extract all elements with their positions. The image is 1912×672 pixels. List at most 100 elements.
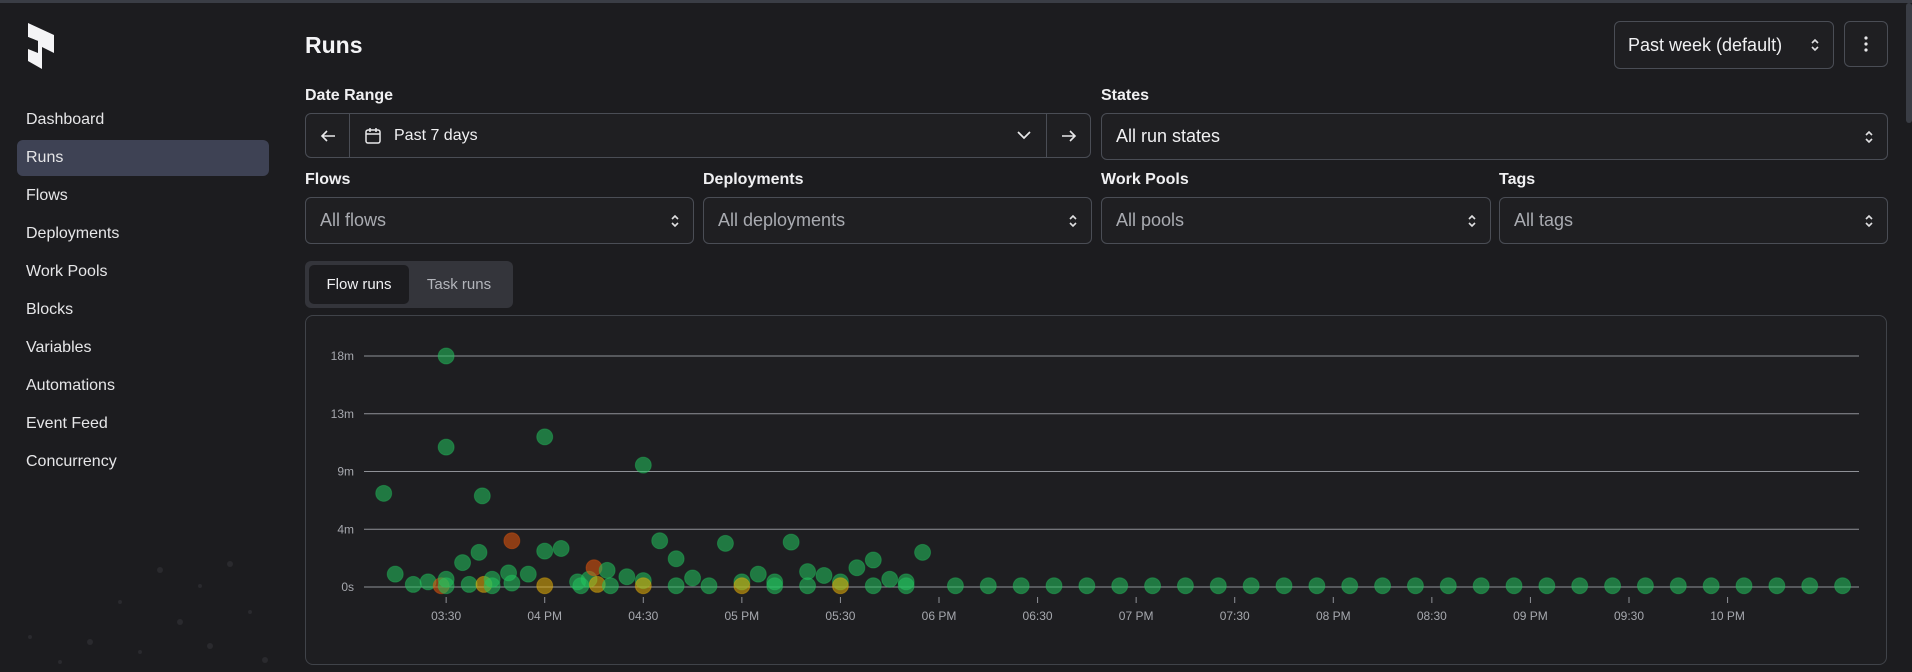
- run-point-completed[interactable]: [437, 438, 455, 456]
- run-point-completed[interactable]: [1111, 577, 1129, 595]
- run-point-completed[interactable]: [1735, 577, 1753, 595]
- run-point-completed[interactable]: [519, 565, 537, 583]
- tab-task-runs[interactable]: Task runs: [409, 265, 509, 304]
- run-point-completed[interactable]: [1702, 577, 1720, 595]
- run-point-completed[interactable]: [375, 484, 393, 502]
- run-point-completed[interactable]: [1571, 577, 1589, 595]
- run-point-completed[interactable]: [1834, 577, 1852, 595]
- y-tick-label: 4m: [337, 522, 354, 536]
- run-point-completed[interactable]: [1308, 577, 1326, 595]
- run-point-completed[interactable]: [848, 559, 866, 577]
- sidebar-item-work-pools[interactable]: Work Pools: [17, 254, 269, 290]
- run-point-completed[interactable]: [1768, 577, 1786, 595]
- prefect-logo-icon[interactable]: [26, 23, 56, 69]
- run-point-completed[interactable]: [437, 577, 455, 595]
- run-point-completed[interactable]: [1275, 577, 1293, 595]
- run-point-completed[interactable]: [700, 577, 718, 595]
- run-point-completed[interactable]: [1144, 577, 1162, 595]
- run-point-completed[interactable]: [766, 577, 784, 595]
- deployments-select[interactable]: All deployments: [703, 197, 1092, 244]
- tags-select[interactable]: All tags: [1499, 197, 1888, 244]
- run-point-pending[interactable]: [634, 577, 652, 595]
- run-point-completed[interactable]: [799, 563, 817, 581]
- sidebar-item-dashboard[interactable]: Dashboard: [17, 102, 269, 138]
- run-point-completed[interactable]: [437, 347, 455, 365]
- run-point-completed[interactable]: [536, 428, 554, 446]
- run-point-completed[interactable]: [601, 577, 619, 595]
- run-point-completed[interactable]: [946, 577, 964, 595]
- date-range-select[interactable]: Past 7 days: [350, 114, 1046, 157]
- run-point-completed[interactable]: [1341, 577, 1359, 595]
- run-point-completed[interactable]: [1242, 577, 1260, 595]
- sidebar-item-variables[interactable]: Variables: [17, 330, 269, 366]
- run-point-completed[interactable]: [651, 532, 669, 550]
- run-point-completed[interactable]: [716, 534, 734, 552]
- run-point-completed[interactable]: [470, 543, 488, 561]
- sidebar-item-blocks[interactable]: Blocks: [17, 292, 269, 328]
- saved-filter-select[interactable]: Past week (default): [1614, 21, 1834, 69]
- date-range-next-button[interactable]: [1046, 114, 1090, 157]
- run-point-completed[interactable]: [460, 575, 478, 593]
- run-point-completed[interactable]: [897, 577, 915, 595]
- run-point-completed[interactable]: [749, 565, 767, 583]
- run-point-completed[interactable]: [1538, 577, 1556, 595]
- run-point-pending[interactable]: [733, 577, 751, 595]
- run-point-completed[interactable]: [483, 577, 501, 595]
- run-point-completed[interactable]: [1406, 577, 1424, 595]
- more-options-button[interactable]: [1844, 21, 1888, 67]
- run-point-completed[interactable]: [552, 540, 570, 557]
- run-point-completed[interactable]: [634, 456, 652, 474]
- run-point-completed[interactable]: [386, 565, 404, 583]
- run-point-pending[interactable]: [831, 577, 849, 595]
- run-point-completed[interactable]: [1801, 577, 1819, 595]
- run-point-completed[interactable]: [1604, 577, 1622, 595]
- work-pools-select[interactable]: All pools: [1101, 197, 1491, 244]
- deployments-label: Deployments: [703, 171, 804, 188]
- run-point-completed[interactable]: [864, 577, 882, 595]
- x-tick-label: 04 PM: [527, 609, 562, 623]
- run-point-completed[interactable]: [536, 542, 554, 560]
- run-point-completed[interactable]: [684, 569, 702, 587]
- run-point-completed[interactable]: [667, 577, 685, 595]
- sidebar-item-runs[interactable]: Runs: [17, 140, 269, 176]
- sidebar-item-flows[interactable]: Flows: [17, 178, 269, 214]
- run-point-completed[interactable]: [1636, 577, 1654, 595]
- run-point-completed[interactable]: [404, 575, 422, 593]
- date-range-previous-button[interactable]: [306, 114, 350, 157]
- run-point-completed[interactable]: [799, 577, 817, 595]
- run-point-completed[interactable]: [1176, 577, 1194, 595]
- run-point-completed[interactable]: [864, 551, 882, 569]
- states-select[interactable]: All run states: [1101, 113, 1888, 160]
- run-point-completed[interactable]: [1045, 577, 1063, 595]
- page-scrollbar[interactable]: [1906, 3, 1912, 123]
- run-point-completed[interactable]: [503, 574, 521, 592]
- flows-select[interactable]: All flows: [305, 197, 694, 244]
- run-point-pending[interactable]: [536, 577, 554, 595]
- run-point-completed[interactable]: [1374, 577, 1392, 595]
- run-point-completed[interactable]: [667, 550, 685, 568]
- sidebar-item-automations[interactable]: Automations: [17, 368, 269, 404]
- run-point-completed[interactable]: [881, 570, 899, 588]
- run-point-completed[interactable]: [1012, 577, 1030, 595]
- run-point-completed[interactable]: [1669, 577, 1687, 595]
- run-point-completed[interactable]: [815, 566, 833, 584]
- run-point-completed[interactable]: [598, 561, 616, 579]
- run-point-completed[interactable]: [1439, 577, 1457, 595]
- run-point-completed[interactable]: [1078, 577, 1096, 595]
- run-point-completed[interactable]: [914, 543, 932, 561]
- sidebar-item-event-feed[interactable]: Event Feed: [17, 406, 269, 442]
- run-point-completed[interactable]: [618, 568, 636, 586]
- run-point-completed[interactable]: [1505, 577, 1523, 595]
- run-point-completed[interactable]: [979, 577, 997, 595]
- date-range-label: Date Range: [305, 87, 394, 104]
- x-tick-label: 07:30: [1220, 609, 1250, 623]
- run-point-completed[interactable]: [1209, 577, 1227, 595]
- run-point-completed[interactable]: [1472, 577, 1490, 595]
- run-point-failed[interactable]: [503, 532, 521, 550]
- run-point-completed[interactable]: [473, 487, 491, 505]
- sidebar-item-concurrency[interactable]: Concurrency: [17, 444, 269, 480]
- run-point-completed[interactable]: [782, 533, 800, 551]
- tab-flow-runs[interactable]: Flow runs: [309, 265, 409, 304]
- sidebar-item-deployments[interactable]: Deployments: [17, 216, 269, 252]
- run-point-completed[interactable]: [454, 554, 472, 572]
